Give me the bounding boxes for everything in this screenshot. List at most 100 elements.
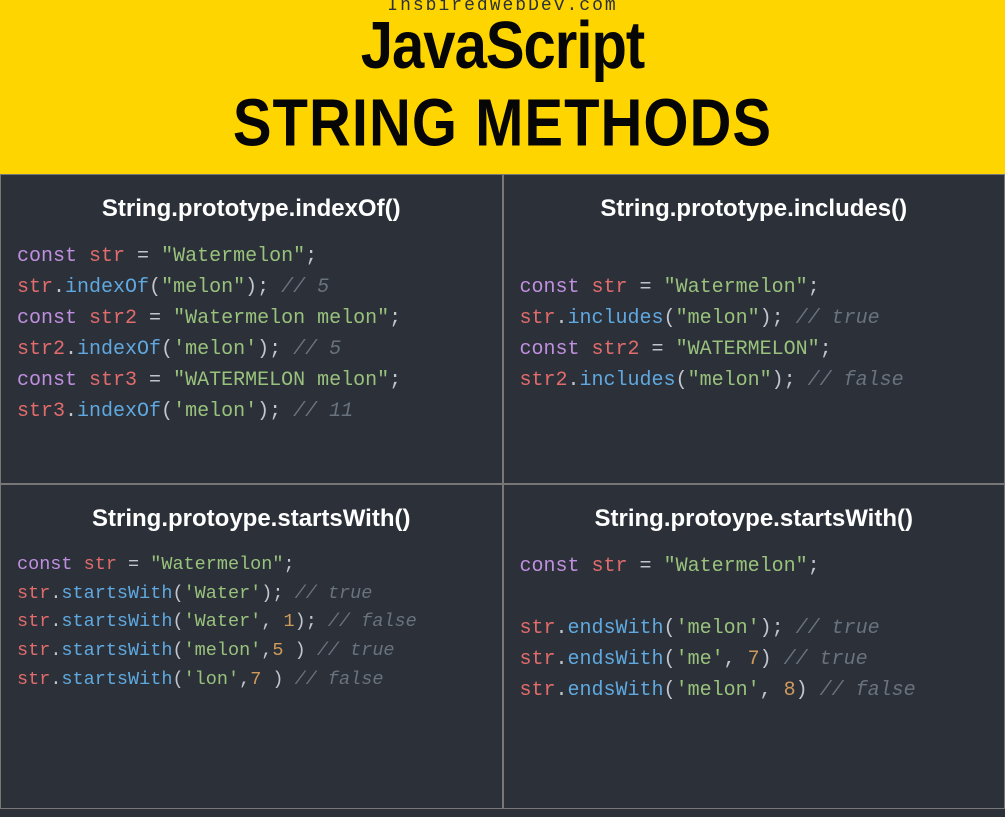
token-op bbox=[73, 554, 84, 575]
token-op: ); bbox=[245, 276, 281, 299]
token-str: "Watermelon" bbox=[664, 276, 808, 299]
code-block: const str = "Watermelon"; str.endsWith('… bbox=[520, 551, 989, 706]
code-line: str3.indexOf('melon'); // 11 bbox=[17, 396, 486, 427]
token-op: , bbox=[239, 669, 250, 690]
token-op bbox=[580, 338, 592, 361]
methods-grid: String.prototype.indexOf() const str = "… bbox=[0, 174, 1005, 809]
token-op: = bbox=[628, 555, 664, 578]
cell-title: String.prototype.includes() bbox=[520, 195, 989, 223]
token-op: ( bbox=[172, 640, 183, 661]
token-kw: const bbox=[520, 338, 580, 361]
token-op: ); bbox=[760, 617, 796, 640]
token-op: , bbox=[261, 640, 272, 661]
code-line: str.startsWith('Water'); // true bbox=[17, 580, 486, 609]
token-num: 8 bbox=[784, 679, 796, 702]
token-op: ) bbox=[796, 679, 820, 702]
cheatsheet: InspiredWebDev.com JavaScript STRING MET… bbox=[0, 0, 1005, 809]
token-str: 'me' bbox=[676, 648, 724, 671]
code-line: str.indexOf("melon"); // 5 bbox=[17, 272, 486, 303]
token-str: "Watermelon" bbox=[161, 245, 305, 268]
token-op: ( bbox=[161, 400, 173, 423]
token-op: ; bbox=[808, 555, 820, 578]
token-ident: str bbox=[592, 276, 628, 299]
token-op: ( bbox=[172, 611, 183, 632]
code-block: const str = "Watermelon";str.includes("m… bbox=[520, 241, 989, 396]
token-op: ; bbox=[389, 369, 401, 392]
token-kw: const bbox=[520, 555, 580, 578]
token-op: = bbox=[628, 276, 664, 299]
code-line bbox=[520, 241, 989, 272]
title-line-2: STRING METHODS bbox=[0, 73, 1005, 162]
token-ident: str bbox=[520, 307, 556, 330]
token-op: ( bbox=[676, 369, 688, 392]
token-op: ( bbox=[172, 583, 183, 604]
token-op: ; bbox=[305, 245, 317, 268]
token-op: ); bbox=[261, 583, 294, 604]
token-ident: str bbox=[17, 583, 50, 604]
token-op: . bbox=[556, 679, 568, 702]
token-fn: endsWith bbox=[568, 617, 664, 640]
token-cm: // true bbox=[796, 617, 880, 640]
token-op: . bbox=[65, 338, 77, 361]
cell-title: String.protoype.startsWith() bbox=[520, 505, 989, 533]
token-cm: // true bbox=[796, 307, 880, 330]
cell-startswith: String.protoype.startsWith() const str =… bbox=[0, 484, 503, 809]
token-str: 'melon' bbox=[173, 400, 257, 423]
token-op: ( bbox=[161, 338, 173, 361]
token-op: ( bbox=[172, 669, 183, 690]
token-op: = bbox=[137, 369, 173, 392]
token-ident: str bbox=[592, 555, 628, 578]
token-op: ) bbox=[261, 669, 294, 690]
code-line bbox=[520, 582, 989, 613]
code-line: const str2 = "Watermelon melon"; bbox=[17, 303, 486, 334]
token-op: . bbox=[65, 400, 77, 423]
token-num: 7 bbox=[748, 648, 760, 671]
token-op: ( bbox=[664, 617, 676, 640]
token-fn: indexOf bbox=[77, 400, 161, 423]
token-op: ( bbox=[664, 648, 676, 671]
cell-indexof: String.prototype.indexOf() const str = "… bbox=[0, 174, 503, 484]
token-op: . bbox=[50, 640, 61, 661]
token-cm: // false bbox=[808, 369, 904, 392]
token-cm: // false bbox=[820, 679, 916, 702]
token-op: . bbox=[53, 276, 65, 299]
cell-endswith: String.protoype.startsWith() const str =… bbox=[503, 484, 1005, 809]
token-ident: str2 bbox=[89, 307, 137, 330]
token-cm: // 5 bbox=[281, 276, 329, 299]
token-fn: includes bbox=[568, 307, 664, 330]
token-op: , bbox=[760, 679, 784, 702]
token-cm: // true bbox=[295, 583, 373, 604]
code-line: str.endsWith('me', 7) // true bbox=[520, 644, 989, 675]
token-str: "melon" bbox=[688, 369, 772, 392]
code-line: str.startsWith('lon',7 ) // false bbox=[17, 666, 486, 695]
token-ident: str bbox=[17, 611, 50, 632]
token-kw: const bbox=[17, 369, 77, 392]
token-str: 'melon' bbox=[184, 640, 262, 661]
token-str: "Watermelon" bbox=[664, 555, 808, 578]
token-num: 1 bbox=[284, 611, 295, 632]
token-str: "Watermelon" bbox=[150, 554, 283, 575]
code-line: const str = "Watermelon"; bbox=[17, 551, 486, 580]
token-op: ; bbox=[389, 307, 401, 330]
token-ident: str bbox=[89, 245, 125, 268]
token-ident: str bbox=[520, 648, 556, 671]
token-fn: startsWith bbox=[61, 583, 172, 604]
token-ident: str2 bbox=[520, 369, 568, 392]
token-op: ) bbox=[760, 648, 784, 671]
token-ident: str bbox=[17, 669, 50, 690]
code-line: str.includes("melon"); // true bbox=[520, 303, 989, 334]
token-op: . bbox=[50, 583, 61, 604]
token-op: ); bbox=[257, 338, 293, 361]
token-ident: str2 bbox=[17, 338, 65, 361]
token-op: ( bbox=[664, 307, 676, 330]
token-op: , bbox=[724, 648, 748, 671]
token-ident: str2 bbox=[592, 338, 640, 361]
token-op: = bbox=[125, 245, 161, 268]
token-str: "melon" bbox=[676, 307, 760, 330]
token-str: "WATERMELON melon" bbox=[173, 369, 389, 392]
token-cm: // false bbox=[295, 669, 384, 690]
token-ident: str bbox=[84, 554, 117, 575]
token-str: 'lon' bbox=[184, 669, 240, 690]
header: InspiredWebDev.com JavaScript STRING MET… bbox=[0, 0, 1005, 174]
token-ident: str bbox=[17, 276, 53, 299]
